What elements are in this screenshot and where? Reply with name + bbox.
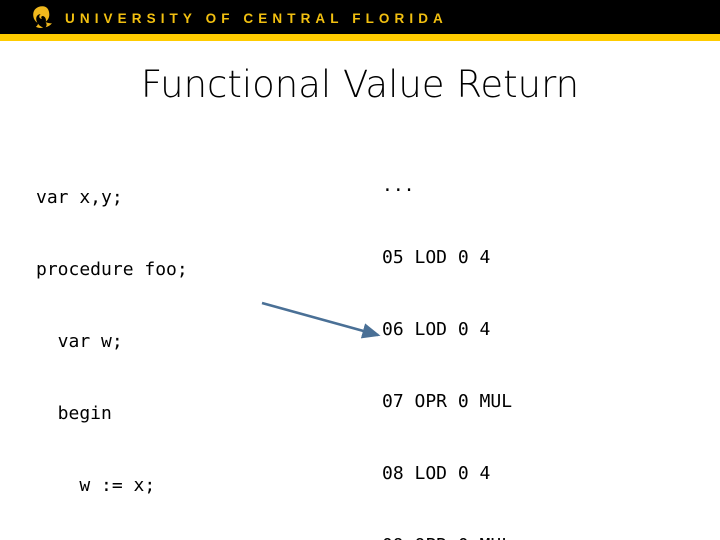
pcode-line: 08 LOD 0 4 — [382, 463, 491, 484]
pcode-line: 09 OPR 0 MUL — [382, 534, 512, 540]
source-code-line: var w; — [36, 331, 123, 352]
page-title: Functional Value Return — [140, 63, 580, 106]
pcode-line: 05 LOD 0 4 — [382, 247, 491, 268]
source-code-block: var x,y; procedure foo; var w; begin w :… — [36, 138, 318, 540]
ucf-pegasus-icon — [28, 5, 56, 31]
slide-canvas: UNIVERSITY OF CENTRAL FLORIDA Functional… — [0, 0, 720, 540]
source-code-line: begin — [36, 403, 112, 424]
header-gold-rule — [0, 34, 720, 41]
pcode-ellipsis-top: ... — [382, 175, 415, 196]
source-code-line: var x,y; — [36, 187, 123, 208]
source-code-line: w := x; — [36, 475, 156, 496]
pcode-line: 07 OPR 0 MUL — [382, 391, 513, 412]
source-code-line: procedure foo; — [36, 259, 188, 280]
pcode-listing-block: ... 05 LOD 0 4 06 LOD 0 4 07 OPR 0 MUL 0… — [382, 126, 512, 540]
ucf-wordmark: UNIVERSITY OF CENTRAL FLORIDA — [65, 11, 448, 26]
pcode-line: 06 LOD 0 4 — [382, 319, 491, 340]
